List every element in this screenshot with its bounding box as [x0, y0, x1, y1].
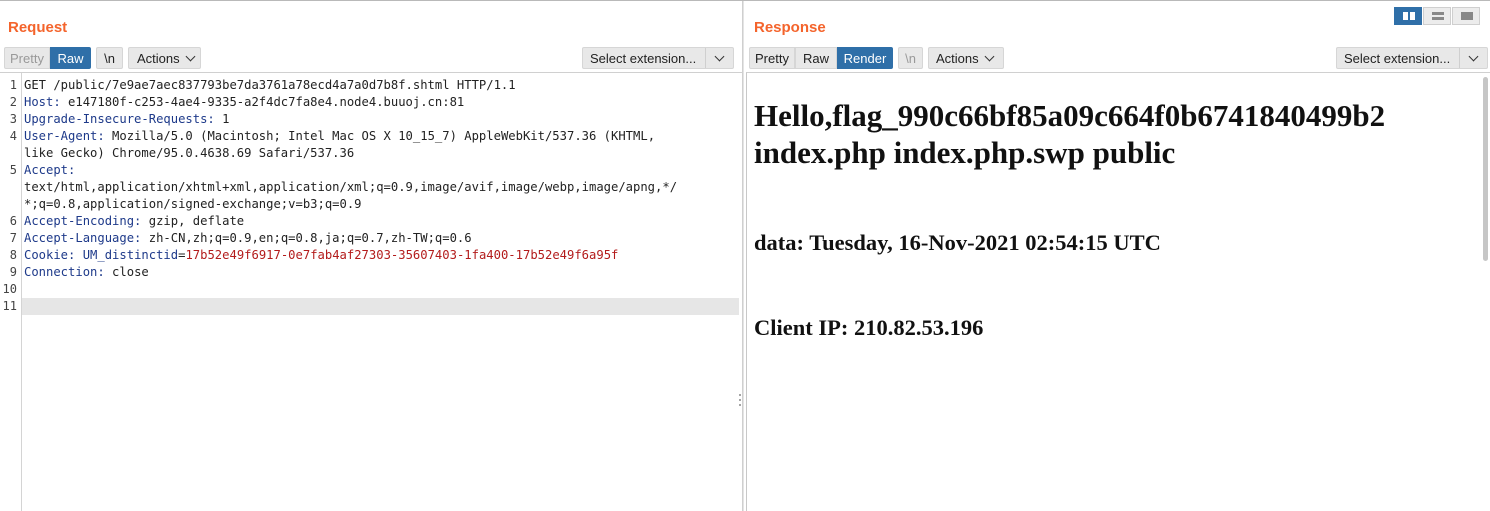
request-line: Connection: close [24, 264, 742, 281]
chevron-down-icon [1468, 51, 1479, 62]
header-key: Accept-Language: [24, 231, 142, 245]
line-number: 4 [9, 129, 17, 143]
request-line: Accept-Encoding: gzip, deflate [24, 213, 742, 230]
response-toolbar: Pretty Raw Render \n Actions Select exte… [749, 47, 1489, 69]
render-heading-line1: Hello,flag_990c66bf85a09c664f0b674184049… [754, 98, 1386, 133]
render-heading-line2: index.php index.php.swp public [754, 135, 1176, 170]
line-number: 5 [9, 163, 17, 177]
tabs-layout-icon[interactable] [1452, 7, 1480, 25]
request-select-extension-label: Select extension... [590, 51, 697, 66]
response-actions-dropdown[interactable]: Actions [928, 47, 1004, 69]
render-date: data: Tuesday, 16-Nov-2021 02:54:15 UTC [754, 230, 1161, 255]
header-value: gzip, deflate [141, 214, 245, 228]
line-number: 10 [2, 282, 17, 296]
request-line: Accept-Language: zh-CN,zh;q=0.9,en;q=0.8… [24, 230, 742, 247]
header-value: zh-CN,zh;q=0.9,en;q=0.8,ja;q=0.7,zh-TW;q… [141, 231, 472, 245]
request-code: GET /public/7e9ae7aec837793be7da3761a78e… [24, 77, 742, 315]
header-key: Host: [24, 95, 61, 109]
line-number: 6 [9, 214, 17, 228]
request-line: GET /public/7e9ae7aec837793be7da3761a78e… [24, 78, 516, 92]
line-number-gutter: 1 2 3 4 5 6 7 8 9 10 11 [0, 73, 22, 511]
request-line: Upgrade-Insecure-Requests: 1 [24, 111, 742, 128]
response-tab-raw[interactable]: Raw [795, 47, 837, 69]
line-number [0, 145, 21, 162]
chevron-down-icon [984, 51, 995, 62]
chevron-down-icon [714, 51, 725, 62]
line-number [0, 179, 21, 196]
header-value: e147180f-c253-4ae4-9335-a2f4dc7fa8e4.nod… [60, 95, 465, 109]
request-line: User-Agent: Mozilla/5.0 (Macintosh; Inte… [24, 128, 742, 145]
response-render-view[interactable]: Hello,flag_990c66bf85a09c664f0b674184049… [746, 72, 1490, 511]
response-tab-render[interactable]: Render [837, 47, 893, 69]
response-newline-toggle[interactable]: \n [898, 47, 923, 69]
request-toolbar: Pretty Raw \n Actions Select extension..… [4, 47, 736, 69]
request-editor[interactable]: 1 2 3 4 5 6 7 8 9 10 11 GET /public/7e9a… [0, 72, 742, 511]
response-select-extension[interactable]: Select extension... [1336, 47, 1488, 69]
request-line: Accept: [24, 162, 742, 179]
request-line-wrap: like Gecko) Chrome/95.0.4638.69 Safari/5… [24, 146, 355, 160]
side-by-side-layout-icon[interactable] [1394, 7, 1422, 25]
request-actions-label: Actions [137, 51, 180, 66]
header-key: Cookie: [24, 248, 76, 262]
header-value: close [104, 265, 149, 279]
request-line: Host: e147180f-c253-4ae4-9335-a2f4dc7fa8… [24, 94, 742, 111]
line-number [0, 196, 21, 213]
response-actions-label: Actions [936, 51, 979, 66]
line-number: 7 [9, 231, 17, 245]
divider-grip-handle[interactable] [739, 394, 742, 414]
request-title: Request [8, 19, 68, 36]
cookie-name: UM_distinctid [75, 248, 179, 262]
request-line-wrap: *;q=0.8,application/signed-exchange;v=b3… [24, 197, 362, 211]
response-tab-pretty[interactable]: Pretty [749, 47, 795, 69]
header-key: Accept-Encoding: [24, 214, 142, 228]
line-number: 11 [2, 299, 17, 313]
request-tab-pretty[interactable]: Pretty [4, 47, 50, 69]
request-newline-toggle[interactable]: \n [96, 47, 123, 69]
header-value: 1 [214, 112, 230, 126]
line-number: 9 [9, 265, 17, 279]
line-number: 2 [9, 95, 17, 109]
request-actions-dropdown[interactable]: Actions [128, 47, 201, 69]
header-key: Connection: [24, 265, 105, 279]
request-select-extension[interactable]: Select extension... [582, 47, 734, 69]
layout-toggle [1394, 7, 1480, 25]
request-line-empty [24, 281, 742, 298]
header-value: Mozilla/5.0 (Macintosh; Intel Mac OS X 1… [104, 129, 656, 143]
render-scrollbar[interactable] [1483, 77, 1488, 261]
header-key: User-Agent: [24, 129, 105, 143]
response-select-extension-label: Select extension... [1344, 51, 1451, 66]
request-panel: Request Pretty Raw \n Actions Select ext… [0, 1, 742, 511]
cookie-value: 17b52e49f6917-0e7fab4af27303-35607403-1f… [185, 248, 619, 262]
request-line-wrap: text/html,application/xhtml+xml,applicat… [24, 180, 678, 194]
render-client-ip: Client IP: 210.82.53.196 [754, 315, 984, 340]
response-panel: Response Pretty Raw Render \n Actions Se… [744, 1, 1490, 511]
chevron-down-icon [185, 51, 196, 62]
stacked-layout-icon[interactable] [1423, 7, 1451, 25]
request-tab-raw[interactable]: Raw [50, 47, 91, 69]
header-key: Accept: [24, 163, 76, 177]
request-line-empty [24, 298, 742, 315]
request-line: Cookie: UM_distinctid=17b52e49f6917-0e7f… [24, 247, 742, 264]
header-key: Upgrade-Insecure-Requests: [24, 112, 215, 126]
render-heading: Hello,flag_990c66bf85a09c664f0b674184049… [754, 97, 1454, 171]
line-number: 8 [9, 248, 17, 262]
response-title: Response [754, 19, 826, 36]
line-number: 1 [9, 78, 17, 92]
line-number: 3 [9, 112, 17, 126]
